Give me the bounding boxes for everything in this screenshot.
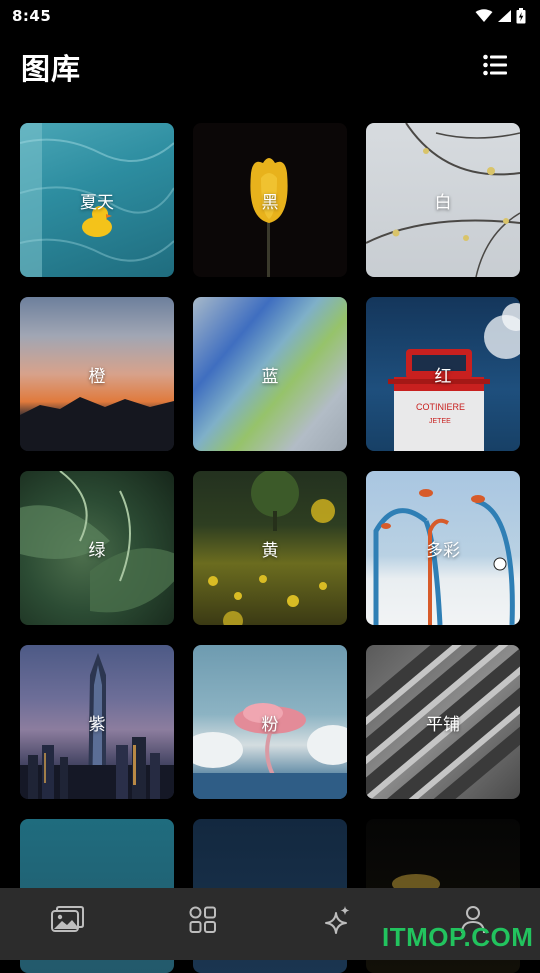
category-tile-red[interactable]: COTINIERE JETEE 红: [366, 297, 520, 451]
nav-gallery[interactable]: [38, 897, 98, 947]
category-tile-purple[interactable]: 紫: [20, 645, 174, 799]
categories-icon: [189, 906, 217, 938]
list-view-icon: [483, 54, 507, 80]
app-header: 图库: [0, 32, 540, 102]
category-label: 紫: [88, 714, 106, 735]
category-label: 多彩: [426, 540, 460, 561]
category-tile-white[interactable]: 白: [366, 123, 520, 277]
category-tile-blue[interactable]: 蓝: [193, 297, 347, 451]
category-tile-summer[interactable]: 夏天: [20, 123, 174, 277]
category-label: 橙: [88, 366, 106, 387]
category-label: 白: [434, 192, 452, 213]
category-grid: 夏天 黑 白 橙 蓝 COTINIERE JETEE 红 绿 黄 多彩 紫 粉 …: [20, 123, 520, 973]
svg-text:COTINIERE: COTINIERE: [416, 402, 465, 412]
status-time: 8:45: [12, 7, 52, 25]
category-label: 夏天: [80, 192, 114, 213]
sparkle-icon: [324, 905, 352, 939]
signal-icon: [497, 9, 512, 23]
category-tile-green[interactable]: 绿: [20, 471, 174, 625]
wifi-icon: [475, 9, 493, 23]
watermark: ITMOP.COM: [382, 922, 534, 952]
category-label: 平铺: [426, 714, 460, 735]
category-tile-orange[interactable]: 橙: [20, 297, 174, 451]
category-tile-pink[interactable]: 粉: [193, 645, 347, 799]
status-bar: 8:45: [0, 0, 540, 32]
category-label: 黑: [261, 192, 279, 213]
category-tile-yellow[interactable]: 黄: [193, 471, 347, 625]
category-tile-tile[interactable]: 平铺: [366, 645, 520, 799]
category-tile-black[interactable]: 黑: [193, 123, 347, 277]
category-tile-colorful[interactable]: 多彩: [366, 471, 520, 625]
gallery-icon: [50, 906, 85, 938]
category-label: 绿: [88, 540, 106, 561]
status-icons: [475, 8, 526, 24]
category-label: 蓝: [261, 366, 279, 387]
nav-discover[interactable]: [308, 897, 368, 947]
battery-icon: [516, 8, 526, 24]
list-view-button[interactable]: [480, 52, 510, 82]
page-title: 图库: [21, 52, 82, 86]
svg-text:JETEE: JETEE: [429, 418, 451, 425]
category-label: 粉: [261, 714, 279, 735]
category-label: 红: [434, 366, 452, 387]
category-label: 黄: [261, 540, 279, 561]
nav-categories[interactable]: [173, 897, 233, 947]
